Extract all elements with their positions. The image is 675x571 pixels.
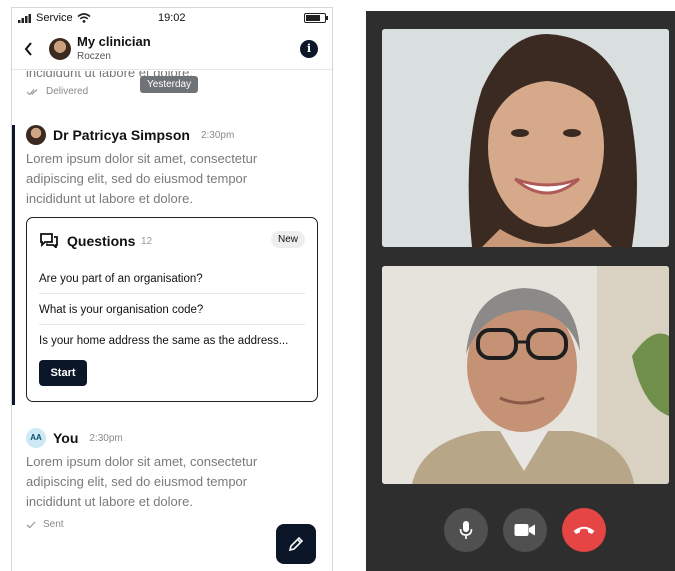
double-check-icon [26, 88, 38, 95]
chat-header: My clinician Roczen i [12, 30, 332, 70]
question-item: Are you part of an organisation? [39, 273, 305, 294]
signal-icon [18, 13, 31, 23]
end-call-button[interactable] [562, 508, 606, 552]
camera-toggle-button[interactable] [503, 508, 547, 552]
questions-title: Questions [67, 233, 136, 249]
date-chip: Yesterday [140, 76, 199, 93]
you-message-header: AA You 2:30pm [26, 428, 123, 448]
self-video-feed [382, 266, 669, 484]
end-call-icon [573, 526, 595, 534]
you-name: You [53, 430, 79, 446]
questions-card: Questions 12 New Are you part of an orga… [26, 217, 318, 402]
questions-count: 12 [141, 236, 153, 247]
you-message-body: Lorem ipsum dolor sit amet, consectetur … [26, 454, 258, 509]
info-icon[interactable]: i [300, 40, 318, 58]
compose-button[interactable] [276, 524, 316, 564]
remote-video-feed [382, 29, 669, 247]
microphone-icon [459, 521, 473, 539]
chat-title: My clinician [77, 34, 151, 49]
back-chevron-icon[interactable] [24, 42, 34, 60]
battery-icon [304, 13, 328, 23]
doctor-message-time: 2:30pm [200, 129, 235, 141]
chat-bubbles-icon [40, 233, 58, 248]
question-item: Is your home address the same as the add… [39, 335, 289, 347]
doctor-name: Dr Patricya Simpson [53, 127, 190, 143]
clinician-avatar[interactable] [49, 38, 71, 60]
sent-label: Sent [43, 519, 64, 530]
doctor-avatar[interactable] [26, 125, 46, 145]
pencil-icon [288, 536, 304, 552]
question-item: What is your organisation code? [39, 304, 305, 325]
delivered-label: Delivered [46, 86, 89, 97]
chat-screen: Service 19:02 My clinician Roczen i inci… [11, 7, 333, 571]
chat-subtitle: Roczen [77, 51, 111, 62]
video-camera-icon [514, 524, 535, 536]
start-button[interactable]: Start [39, 360, 87, 386]
man-video-image [382, 266, 669, 484]
new-badge: New [270, 231, 305, 248]
status-bar: Service 19:02 [12, 8, 332, 30]
you-avatar: AA [26, 428, 46, 448]
wifi-icon [77, 13, 91, 23]
doctor-message-header: Dr Patricya Simpson 2:30pm [26, 125, 234, 145]
woman-video-image [382, 29, 669, 247]
delivered-status: Delivered [26, 86, 88, 97]
mute-button[interactable] [444, 508, 488, 552]
message-accent-bar [12, 125, 15, 405]
carrier-label: Service [36, 12, 73, 24]
sent-status: Sent [26, 519, 64, 530]
video-call-screen [366, 11, 675, 571]
status-time: 19:02 [158, 12, 186, 24]
check-icon [26, 521, 36, 528]
you-message-time: 2:30pm [89, 432, 123, 444]
doctor-message-body: Lorem ipsum dolor sit amet, consectetur … [26, 151, 258, 206]
